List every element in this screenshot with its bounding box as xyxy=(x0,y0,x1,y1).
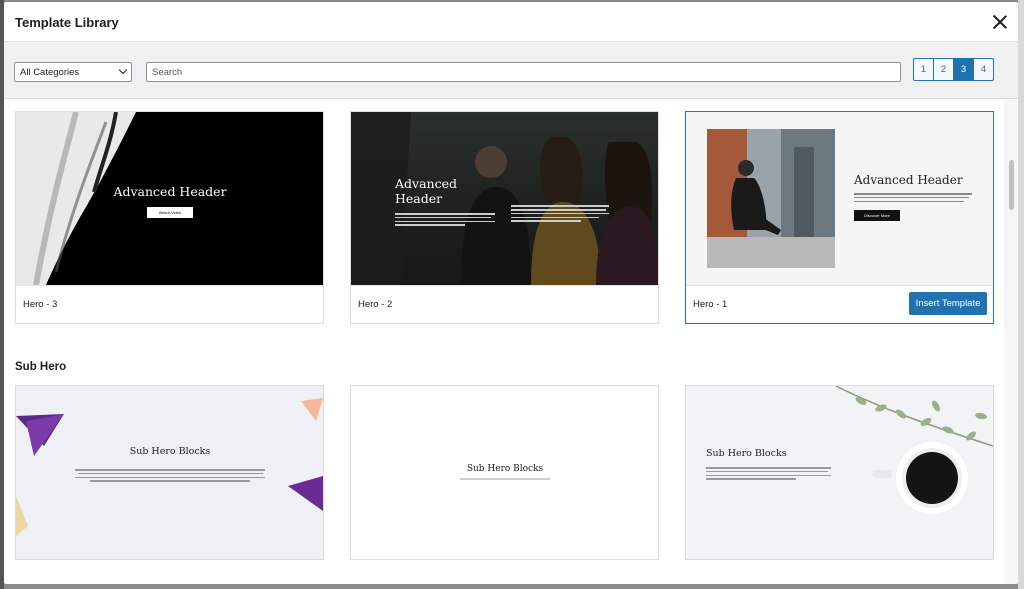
preview-heading: Advanced Header xyxy=(854,173,963,187)
preview-heading: Advanced Header xyxy=(113,184,227,199)
backdrop-scroll xyxy=(1018,0,1024,589)
toolbar: All Categories 1 2 3 4 xyxy=(4,42,1018,99)
scrollbar-track[interactable] xyxy=(1004,100,1018,584)
template-name: Hero - 3 xyxy=(23,299,58,310)
insert-template-button[interactable]: Insert Template xyxy=(909,292,987,315)
section-title-sub-hero: Sub Hero xyxy=(15,361,67,373)
template-preview: Advanced Header xyxy=(351,112,658,285)
preview-heading: Advanced Header xyxy=(395,176,457,206)
scrollbar-thumb[interactable] xyxy=(1009,160,1014,210)
preview-text xyxy=(706,467,836,480)
template-card-sub-hero[interactable]: Sub Hero Blocks xyxy=(685,385,994,560)
template-preview: Sub Hero Blocks xyxy=(16,386,323,559)
template-preview: Advanced Header Discover More xyxy=(686,112,993,285)
preview-text xyxy=(854,193,979,203)
modal-title: Template Library xyxy=(15,15,119,30)
template-preview: Advanced Header Watch Video xyxy=(16,112,323,285)
preview-heading: Sub Hero Blocks xyxy=(129,446,211,457)
pagination: 1 2 3 4 xyxy=(913,58,994,81)
template-card-sub-hero[interactable]: Sub Hero Blocks xyxy=(350,385,659,560)
template-library-modal: Template Library All Categories 1 2 3 4 xyxy=(4,2,1018,584)
preview-text xyxy=(395,213,505,226)
template-card-hero-2[interactable]: Advanced Header Hero - 2 xyxy=(350,111,659,324)
preview-text-column xyxy=(511,203,611,224)
preview-heading: Sub Hero Blocks xyxy=(466,464,544,474)
search-input[interactable] xyxy=(146,62,901,82)
page-button-2[interactable]: 2 xyxy=(933,58,954,81)
preview-button: Watch Video xyxy=(147,207,193,218)
chevron-down-icon xyxy=(118,65,128,75)
card-footer: Hero - 3 xyxy=(16,285,323,323)
category-select[interactable]: All Categories xyxy=(14,62,132,82)
template-card-hero-1[interactable]: Advanced Header Discover More Hero - 1 I… xyxy=(685,111,994,324)
page-button-3[interactable]: 3 xyxy=(953,58,974,81)
card-footer: Hero - 1 Insert Template xyxy=(686,285,993,323)
page-button-4[interactable]: 4 xyxy=(973,58,994,81)
template-card-sub-hero[interactable]: Sub Hero Blocks xyxy=(15,385,324,560)
preview-heading: Sub Hero Blocks xyxy=(706,448,787,459)
template-name: Hero - 1 xyxy=(693,299,728,310)
template-preview: Sub Hero Blocks xyxy=(686,386,993,559)
template-card-hero-3[interactable]: Advanced Header Watch Video Hero - 3 xyxy=(15,111,324,324)
template-grid: Advanced Header Watch Video Hero - 3 Adv… xyxy=(4,100,1018,584)
close-icon[interactable] xyxy=(990,12,1010,32)
preview-text xyxy=(405,478,605,480)
preview-text xyxy=(70,469,270,482)
preview-button: Discover More xyxy=(854,210,900,222)
card-footer: Hero - 2 xyxy=(351,285,658,323)
page-button-1[interactable]: 1 xyxy=(913,58,934,81)
template-preview: Sub Hero Blocks xyxy=(351,386,658,559)
template-name: Hero - 2 xyxy=(358,299,393,310)
modal-header: Template Library xyxy=(4,2,1018,42)
category-select-value: All Categories xyxy=(20,67,80,78)
